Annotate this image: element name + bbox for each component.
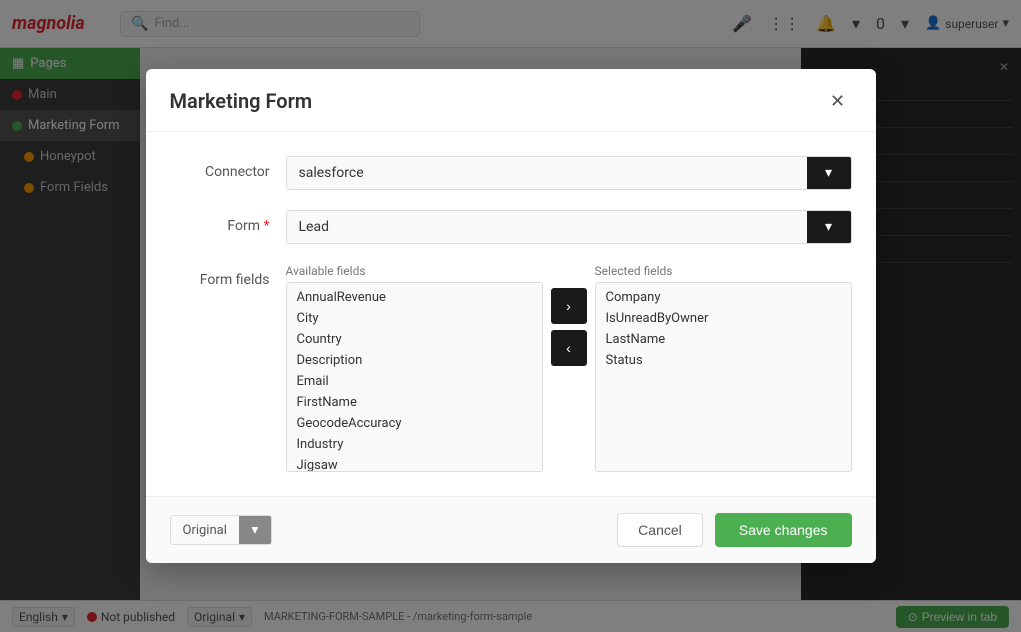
field-item-industry[interactable]: Industry [287,434,542,455]
field-item-country[interactable]: Country [287,329,542,350]
connector-value: salesforce [287,157,807,189]
modal-footer: Original ▾ Cancel Save changes [146,496,876,563]
form-field-label: Form * [170,210,270,234]
variant-dropdown-icon: ▾ [252,522,259,538]
footer-left: Original ▾ [170,515,272,545]
connector-chevron-icon: ▾ [825,165,832,181]
variant-text: Original [171,517,239,544]
move-right-button[interactable]: › [551,288,587,324]
selected-fields-label: Selected fields [595,264,852,278]
selected-fields-col: Selected fields Company IsUnreadByOwner … [595,264,852,472]
variant-select-modal: Original ▾ [170,515,272,545]
field-item-isunreadbyowner[interactable]: IsUnreadByOwner [596,308,851,329]
form-required-marker: * [260,218,270,234]
available-fields-label: Available fields [286,264,543,278]
form-fields-row: Form fields Available fields AnnualReven… [170,264,852,472]
modal-header: Marketing Form ✕ [146,69,876,132]
form-row: Form * Lead ▾ [170,210,852,244]
marketing-form-modal: Marketing Form ✕ Connector salesforce ▾ … [146,69,876,563]
form-value: Lead [287,211,807,243]
available-fields-list[interactable]: AnnualRevenue City Country Description E… [286,282,543,472]
field-item-company[interactable]: Company [596,287,851,308]
field-item-status[interactable]: Status [596,350,851,371]
field-item-description[interactable]: Description [287,350,542,371]
field-item-lastname[interactable]: LastName [596,329,851,350]
field-item-city[interactable]: City [287,308,542,329]
selected-fields-list[interactable]: Company IsUnreadByOwner LastName Status [595,282,852,472]
form-fields-label: Form fields [170,264,270,288]
connector-control: salesforce ▾ [286,156,852,190]
field-item-firstname[interactable]: FirstName [287,392,542,413]
move-left-button[interactable]: ‹ [551,330,587,366]
modal-body: Connector salesforce ▾ Form * Lead ▾ [146,132,876,496]
modal-title: Marketing Form [170,89,313,113]
available-fields-col: Available fields AnnualRevenue City Coun… [286,264,543,472]
form-chevron-icon: ▾ [825,219,832,235]
field-item-email[interactable]: Email [287,371,542,392]
connector-row: Connector salesforce ▾ [170,156,852,190]
form-dropdown-button[interactable]: ▾ [807,211,851,243]
form-control: Lead ▾ [286,210,852,244]
field-item-jigsaw[interactable]: Jigsaw [287,455,542,472]
cancel-button[interactable]: Cancel [617,513,703,547]
fields-content: Available fields AnnualRevenue City Coun… [286,264,852,472]
footer-right: Cancel Save changes [617,513,851,547]
modal-overlay: Marketing Form ✕ Connector salesforce ▾ … [0,0,1021,632]
save-changes-button[interactable]: Save changes [715,513,852,547]
modal-close-button[interactable]: ✕ [824,87,852,115]
field-item-annualrevenue[interactable]: AnnualRevenue [287,287,542,308]
connector-label: Connector [170,156,270,180]
connector-dropdown-button[interactable]: ▾ [807,157,851,189]
field-item-geocodeaccuracy[interactable]: GeocodeAccuracy [287,413,542,434]
variant-dropdown-button[interactable]: ▾ [239,516,271,544]
arrows-col: › ‹ [551,264,587,366]
